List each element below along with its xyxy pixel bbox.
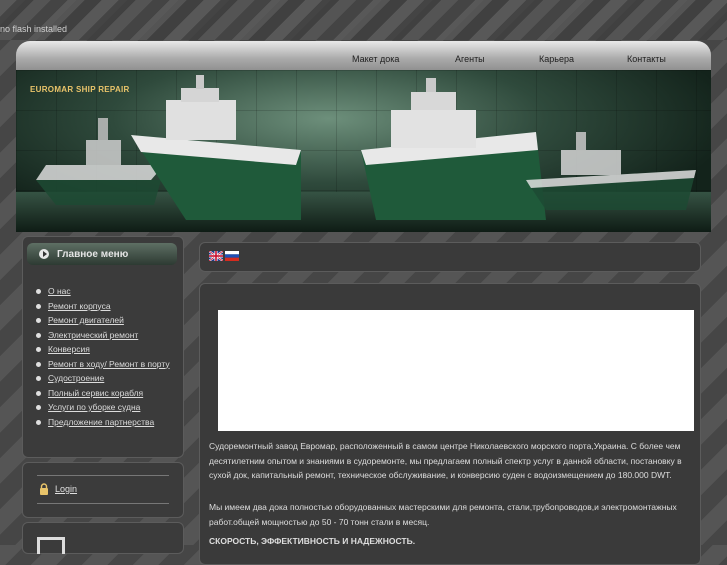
nav-contacts[interactable]: Контакты bbox=[627, 54, 666, 64]
divider bbox=[37, 503, 169, 504]
nav-dock-layout[interactable]: Макет дока bbox=[352, 54, 399, 64]
menu-item: Ремонт в ходу/ Ремонт в порту bbox=[35, 359, 175, 370]
main-menu-panel: Главное меню О нас Ремонт корпуса Ремонт… bbox=[22, 236, 184, 458]
menu-link-voyage-repair[interactable]: Ремонт в ходу/ Ремонт в порту bbox=[48, 359, 170, 369]
menu-item: Предложение партнерства bbox=[35, 417, 175, 428]
main-menu-header: Главное меню bbox=[27, 243, 177, 265]
ships-illustration bbox=[36, 75, 696, 220]
nav-career[interactable]: Карьера bbox=[539, 54, 574, 64]
top-stripes bbox=[0, 0, 727, 40]
module-icon bbox=[37, 537, 65, 554]
login-panel: Login bbox=[22, 462, 184, 518]
russia-flag-icon[interactable] bbox=[225, 251, 239, 261]
main-menu-list: О нас Ремонт корпуса Ремонт двигателей Э… bbox=[35, 286, 175, 431]
language-bar bbox=[199, 242, 701, 272]
main-menu-title: Главное меню bbox=[57, 249, 129, 260]
menu-link-conversion[interactable]: Конверсия bbox=[48, 344, 90, 354]
menu-item: Услуги по уборке судна bbox=[35, 402, 175, 413]
docks-paragraph: Мы имеем два дока полностью оборудованны… bbox=[209, 502, 677, 527]
lock-icon bbox=[40, 483, 48, 495]
menu-link-electrical-repair[interactable]: Электрический ремонт bbox=[48, 330, 138, 340]
ship-main-right-icon bbox=[361, 78, 546, 220]
ship-left-icon bbox=[36, 118, 164, 205]
menu-item: Конверсия bbox=[35, 344, 175, 355]
menu-link-engine-repair[interactable]: Ремонт двигателей bbox=[48, 315, 124, 325]
intro-paragraph: Судоремонтный завод Евромар, расположенн… bbox=[209, 441, 682, 480]
uk-flag-icon[interactable] bbox=[209, 251, 223, 261]
slogan: СКОРОСТЬ, ЭФФЕКТИВНОСТЬ И НАДЕЖНОСТЬ. bbox=[209, 536, 416, 546]
flash-placeholder bbox=[218, 310, 694, 431]
menu-link-shipbuilding[interactable]: Судостроение bbox=[48, 373, 104, 383]
main-content: Судоремонтный завод Евромар, расположенн… bbox=[199, 283, 701, 565]
ship-main-left-icon bbox=[131, 75, 301, 220]
brand-logo-text: EUROMAR SHIP REPAIR bbox=[30, 85, 130, 94]
flash-notice: no flash installed bbox=[0, 24, 68, 34]
top-navigation: Макет дока Агенты Карьера Контакты bbox=[16, 41, 711, 71]
menu-link-partnership[interactable]: Предложение партнерства bbox=[48, 417, 154, 427]
menu-link-hull-repair[interactable]: Ремонт корпуса bbox=[48, 301, 111, 311]
login-link[interactable]: Login bbox=[55, 484, 77, 494]
menu-link-about[interactable]: О нас bbox=[48, 286, 71, 296]
menu-item: Судостроение bbox=[35, 373, 175, 384]
menu-item: Ремонт корпуса bbox=[35, 301, 175, 312]
menu-item: Электрический ремонт bbox=[35, 330, 175, 341]
menu-link-full-service[interactable]: Полный сервис корабля bbox=[48, 388, 143, 398]
header-banner: EUROMAR SHIP REPAIR bbox=[16, 70, 711, 232]
divider bbox=[37, 475, 169, 476]
menu-item: О нас bbox=[35, 286, 175, 297]
menu-item: Полный сервис корабля bbox=[35, 388, 175, 399]
menu-link-cleaning[interactable]: Услуги по уборке судна bbox=[48, 402, 140, 412]
play-arrow-icon bbox=[39, 249, 49, 259]
bottom-panel bbox=[22, 522, 184, 554]
ship-right-icon bbox=[526, 132, 696, 210]
menu-item: Ремонт двигателей bbox=[35, 315, 175, 326]
nav-agents[interactable]: Агенты bbox=[455, 54, 485, 64]
